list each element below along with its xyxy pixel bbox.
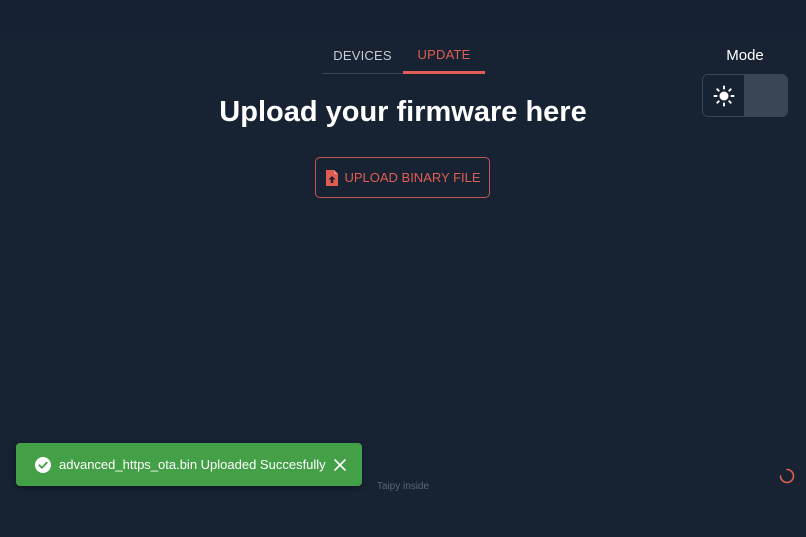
light-mode-button[interactable] [703,75,746,116]
footer-text: Taipy inside [376,481,430,492]
mode-label: Mode [726,47,764,64]
tab-bar: DEVICES UPDATE [322,37,485,75]
sun-icon [713,85,735,107]
tab-devices[interactable]: DEVICES [322,37,403,74]
dark-mode-button[interactable] [745,75,787,116]
upload-binary-file-button[interactable]: UPLOAD BINARY FILE [315,157,490,198]
upload-button-label: UPLOAD BINARY FILE [344,170,481,185]
page-title: Upload your firmware here [219,96,587,128]
spinner-icon [779,468,795,484]
check-circle-icon [35,456,51,473]
top-bar [0,0,806,37]
file-upload-icon [324,169,344,187]
app-page: DEVICES UPDATE Upload your firmware here… [0,0,806,537]
mode-toggle [702,74,788,117]
notification-message: advanced_https_ota.bin Uploaded Succesfu… [59,457,326,472]
close-icon[interactable] [331,456,349,474]
moon-icon [756,86,776,106]
success-notification: advanced_https_ota.bin Uploaded Succesfu… [16,443,362,486]
tab-update[interactable]: UPDATE [403,37,485,74]
